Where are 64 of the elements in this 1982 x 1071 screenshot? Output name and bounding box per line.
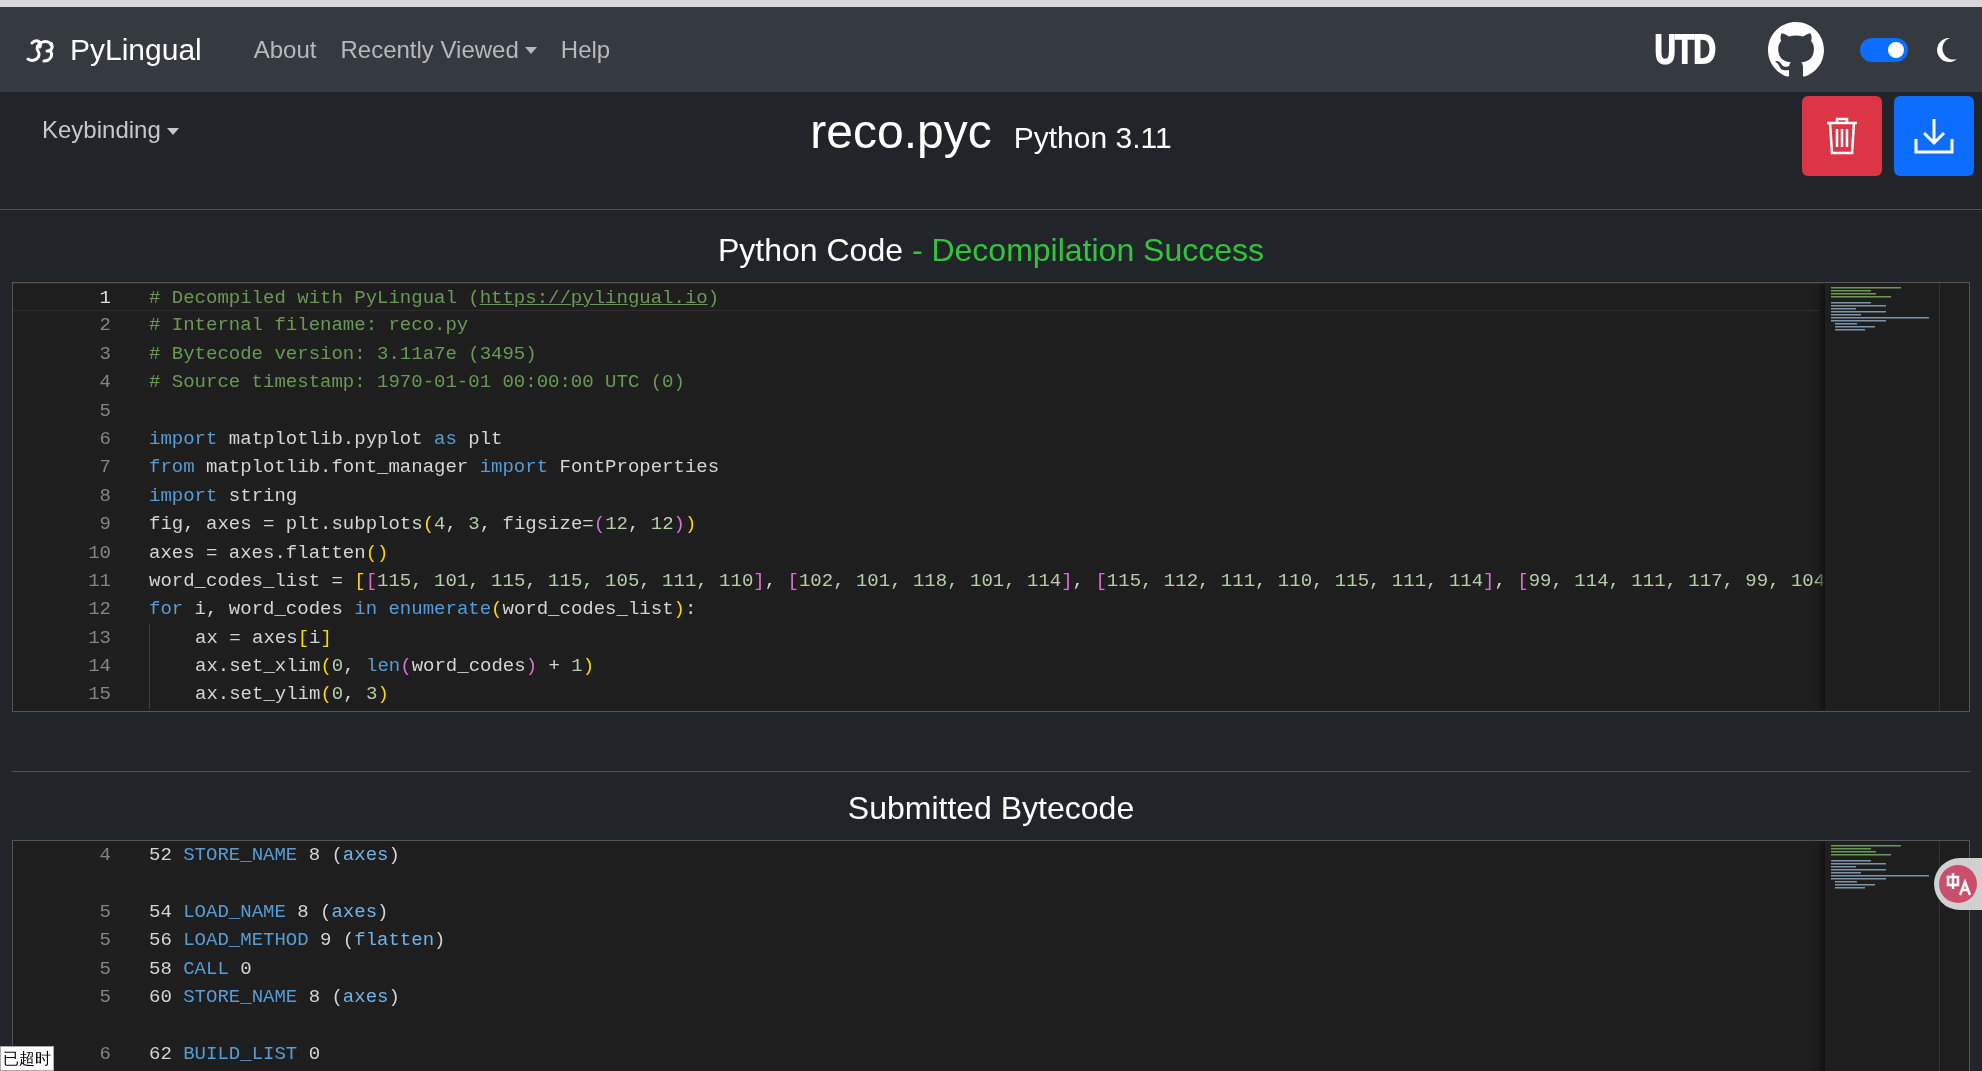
line-number: 1: [98, 286, 111, 311]
code-line: ax = axes[i]: [149, 623, 332, 653]
trash-icon: [1825, 117, 1859, 155]
python-version: Python 3.11: [1013, 120, 1172, 156]
line-number: 5: [98, 984, 111, 1010]
code-line: # Source timestamp: 1970-01-01 00:00:00 UTC (0): [149, 370, 685, 396]
panel-title: Python Code: [717, 232, 903, 268]
keybinding-dropdown[interactable]: Keybinding: [42, 112, 179, 148]
timeout-badge: 已超时: [0, 1046, 54, 1071]
minimap-drawing[interactable]: [1831, 287, 1932, 333]
nav-link[interactable]: Help: [560, 31, 611, 68]
minimap-drawing[interactable]: [1831, 845, 1931, 891]
code-line: 52 STORE_NAME 8 (axes): [149, 843, 400, 868]
line-number: 14: [87, 654, 111, 680]
line-number: 7: [98, 455, 111, 481]
github-icon[interactable]: [1768, 21, 1824, 78]
code-line: 62 BUILD_LIST 0: [149, 1041, 321, 1067]
line-number: 5: [98, 928, 111, 954]
code-line: for i, word_codes in enumerate(word_codes_list):: [149, 597, 697, 623]
nav-link[interactable]: Recently Viewed: [340, 31, 537, 68]
line-number: 5: [98, 956, 111, 982]
code-line: 60 STORE_NAME 8 (axes): [149, 984, 400, 1010]
code-line: # Internal filename: reco.py: [149, 313, 469, 339]
utd-logo[interactable]: UTD: [1653, 19, 1714, 80]
line-number: 6: [98, 426, 111, 452]
line-number: 2: [98, 313, 111, 339]
code-editor[interactable]: [12, 282, 1970, 712]
code-line: 58 CALL 0: [149, 956, 252, 982]
code-line: word_codes_list = [[115, 101, 115, 115, 105, 111, 110], [102, 101, 118, 101, 114], [115, 112, 111, 110, 115, 111, 114], [99, 114, 111, 117, 99, 104: [149, 568, 1826, 594]
line-number: 4: [98, 370, 111, 396]
delete-button[interactable]: [1802, 96, 1882, 176]
code-line: # Bytecode version: 3.11a7e (3495): [149, 341, 537, 367]
panel-title: Submitted Bytecode: [847, 790, 1135, 826]
code-line: import string: [149, 483, 298, 509]
line-number: 4: [98, 843, 111, 868]
line-number: 11: [87, 568, 111, 594]
code-line: ax.set_ylim(0, 3): [149, 680, 389, 709]
line-number: 8: [98, 483, 111, 509]
line-number: 3: [98, 341, 111, 367]
download-button[interactable]: [1894, 96, 1974, 176]
line-number: 10: [87, 540, 111, 566]
code-line: 56 LOAD_METHOD 9 (flatten): [149, 928, 446, 954]
code-line: fig, axes = plt.subplots(4, 3, figsize=(12, 12)): [149, 512, 697, 538]
code-line: 54 LOAD_NAME 8 (axes): [149, 899, 389, 925]
status-text: - Decompilation Success: [910, 232, 1264, 268]
line-number: 6: [98, 1041, 111, 1067]
caret-icon: [166, 127, 179, 136]
line-number: 9: [98, 512, 111, 538]
line-number: 12: [87, 597, 111, 623]
moon-icon[interactable]: [1936, 36, 1958, 63]
nav-link[interactable]: About: [253, 31, 317, 68]
code-line: ax.set_xlim(0, len(word_codes) + 1): [149, 652, 595, 681]
file-name: reco.pyc: [810, 104, 992, 160]
code-line: import matplotlib.pyplot as plt: [149, 426, 503, 452]
download-icon: [1914, 117, 1954, 155]
line-number: 13: [87, 625, 111, 651]
line-number: 15: [87, 682, 111, 708]
code-line: # Decompiled with PyLingual (https://pylingual.io): [149, 286, 720, 311]
code-line: axes = axes.flatten(): [149, 540, 389, 566]
toggle-switch[interactable]: [1860, 37, 1908, 62]
line-number: 5: [98, 398, 111, 424]
line-number: 5: [98, 899, 111, 925]
brand-link[interactable]: PyLingual: [70, 27, 202, 72]
code-line: from matplotlib.font_manager import FontProperties: [149, 455, 720, 481]
